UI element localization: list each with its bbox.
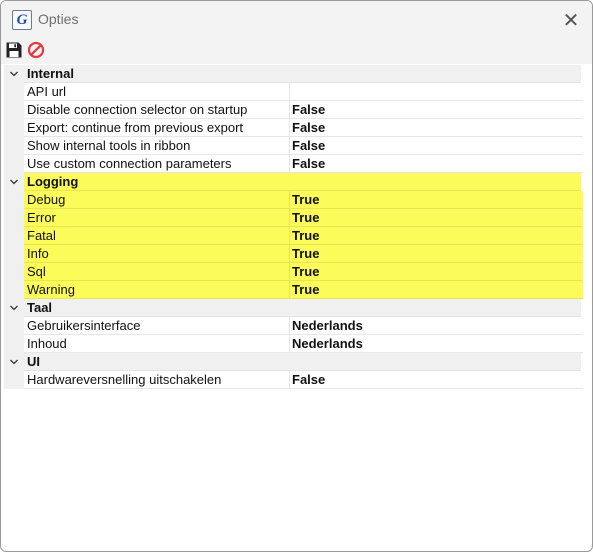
property-row[interactable]: Use custom connection parameters False <box>4 155 588 173</box>
category-label: Taal <box>27 300 53 315</box>
window-title: Opties <box>38 11 79 27</box>
row-gutter <box>4 83 24 101</box>
property-value[interactable]: True <box>290 191 583 209</box>
save-button[interactable] <box>5 41 23 59</box>
save-icon <box>6 42 22 58</box>
property-value[interactable]: True <box>290 263 583 281</box>
cancel-icon <box>27 41 45 59</box>
cancel-button[interactable] <box>27 41 45 59</box>
toolbar <box>1 38 592 64</box>
row-gutter <box>4 245 24 263</box>
chevron-down-icon <box>10 305 18 311</box>
row-gutter <box>4 317 24 335</box>
property-value[interactable]: True <box>290 245 583 263</box>
category-cell: Internal <box>24 65 581 83</box>
property-row[interactable]: Error True <box>4 209 588 227</box>
property-row[interactable]: Gebruikersinterface Nederlands <box>4 317 588 335</box>
property-name[interactable]: API url <box>24 83 290 101</box>
property-value[interactable]: False <box>290 137 583 155</box>
property-row[interactable]: Show internal tools in ribbon False <box>4 137 588 155</box>
property-name[interactable]: Inhoud <box>24 335 290 353</box>
options-window: G Opties ✕ Internal API url Disable connec… <box>0 0 593 552</box>
property-value[interactable]: True <box>290 227 583 245</box>
property-name[interactable]: Hardwareversnelling uitschakelen <box>24 371 290 389</box>
property-row[interactable]: Warning True <box>4 281 588 299</box>
category-expander[interactable] <box>4 353 24 371</box>
property-value[interactable]: False <box>290 119 583 137</box>
row-gutter <box>4 371 24 389</box>
property-row[interactable]: Info True <box>4 245 588 263</box>
row-gutter <box>4 281 24 299</box>
property-row[interactable]: Hardwareversnelling uitschakelen False <box>4 371 588 389</box>
property-value[interactable] <box>290 83 583 101</box>
chevron-down-icon <box>10 359 18 365</box>
row-gutter <box>4 209 24 227</box>
row-gutter <box>4 263 24 281</box>
property-name[interactable]: Info <box>24 245 290 263</box>
chevron-down-icon <box>10 71 18 77</box>
row-gutter <box>4 335 24 353</box>
category-cell: Logging <box>24 173 581 191</box>
category-label: Internal <box>27 66 74 81</box>
property-value[interactable]: Nederlands <box>290 317 583 335</box>
close-button[interactable]: ✕ <box>557 7 585 33</box>
property-row[interactable]: API url <box>4 83 588 101</box>
property-value[interactable]: False <box>290 101 583 119</box>
category-cell: Taal <box>24 299 581 317</box>
row-gutter <box>4 101 24 119</box>
property-row[interactable]: Export: continue from previous export Fal… <box>4 119 588 137</box>
category-cell: UI <box>24 353 581 371</box>
property-name[interactable]: Export: continue from previous export <box>24 119 290 137</box>
category-label: Logging <box>27 174 79 189</box>
row-gutter <box>4 137 24 155</box>
property-value[interactable]: False <box>290 371 583 389</box>
property-name[interactable]: Warning <box>24 281 290 299</box>
property-name[interactable]: Show internal tools in ribbon <box>24 137 290 155</box>
property-value[interactable]: Nederlands <box>290 335 583 353</box>
property-name[interactable]: Gebruikersinterface <box>24 317 290 335</box>
property-name[interactable]: Fatal <box>24 227 290 245</box>
category-row[interactable]: Logging <box>4 173 588 191</box>
category-expander[interactable] <box>4 173 24 191</box>
property-row[interactable]: Disable connection selector on startup Fa… <box>4 101 588 119</box>
row-gutter <box>4 227 24 245</box>
property-row[interactable]: Debug True <box>4 191 588 209</box>
category-expander[interactable] <box>4 65 24 83</box>
property-name[interactable]: Error <box>24 209 290 227</box>
category-expander[interactable] <box>4 299 24 317</box>
category-row[interactable]: UI <box>4 353 588 371</box>
category-label: UI <box>27 354 40 369</box>
property-value[interactable]: False <box>290 155 583 173</box>
title-bar[interactable]: G Opties ✕ <box>1 1 592 38</box>
category-row[interactable]: Taal <box>4 299 588 317</box>
property-value[interactable]: True <box>290 209 583 227</box>
category-row[interactable]: Internal <box>4 65 588 83</box>
property-value[interactable]: True <box>290 281 583 299</box>
row-gutter <box>4 119 24 137</box>
property-name[interactable]: Debug <box>24 191 290 209</box>
property-row[interactable]: Inhoud Nederlands <box>4 335 588 353</box>
property-row[interactable]: Sql True <box>4 263 588 281</box>
property-name[interactable]: Use custom connection parameters <box>24 155 290 173</box>
row-gutter <box>4 191 24 209</box>
property-row[interactable]: Fatal True <box>4 227 588 245</box>
row-gutter <box>4 155 24 173</box>
chevron-down-icon <box>10 179 18 185</box>
app-icon: G <box>12 10 32 30</box>
property-name[interactable]: Disable connection selector on startup <box>24 101 290 119</box>
property-grid: Internal API url Disable connection select… <box>4 65 588 389</box>
property-name[interactable]: Sql <box>24 263 290 281</box>
